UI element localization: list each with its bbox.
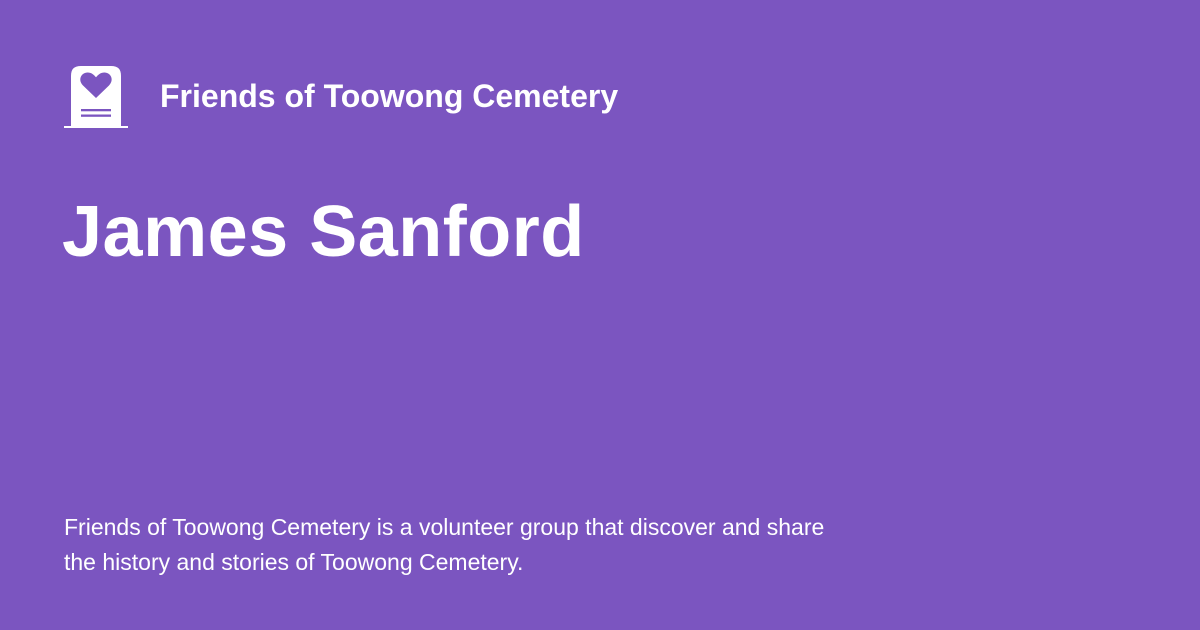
- brand-header: Friends of Toowong Cemetery: [64, 64, 618, 128]
- page-title: James Sanford: [62, 192, 585, 272]
- site-description: Friends of Toowong Cemetery is a volunte…: [64, 514, 825, 575]
- heart-headstone-icon: [64, 66, 128, 128]
- site-name: Friends of Toowong Cemetery: [160, 78, 619, 114]
